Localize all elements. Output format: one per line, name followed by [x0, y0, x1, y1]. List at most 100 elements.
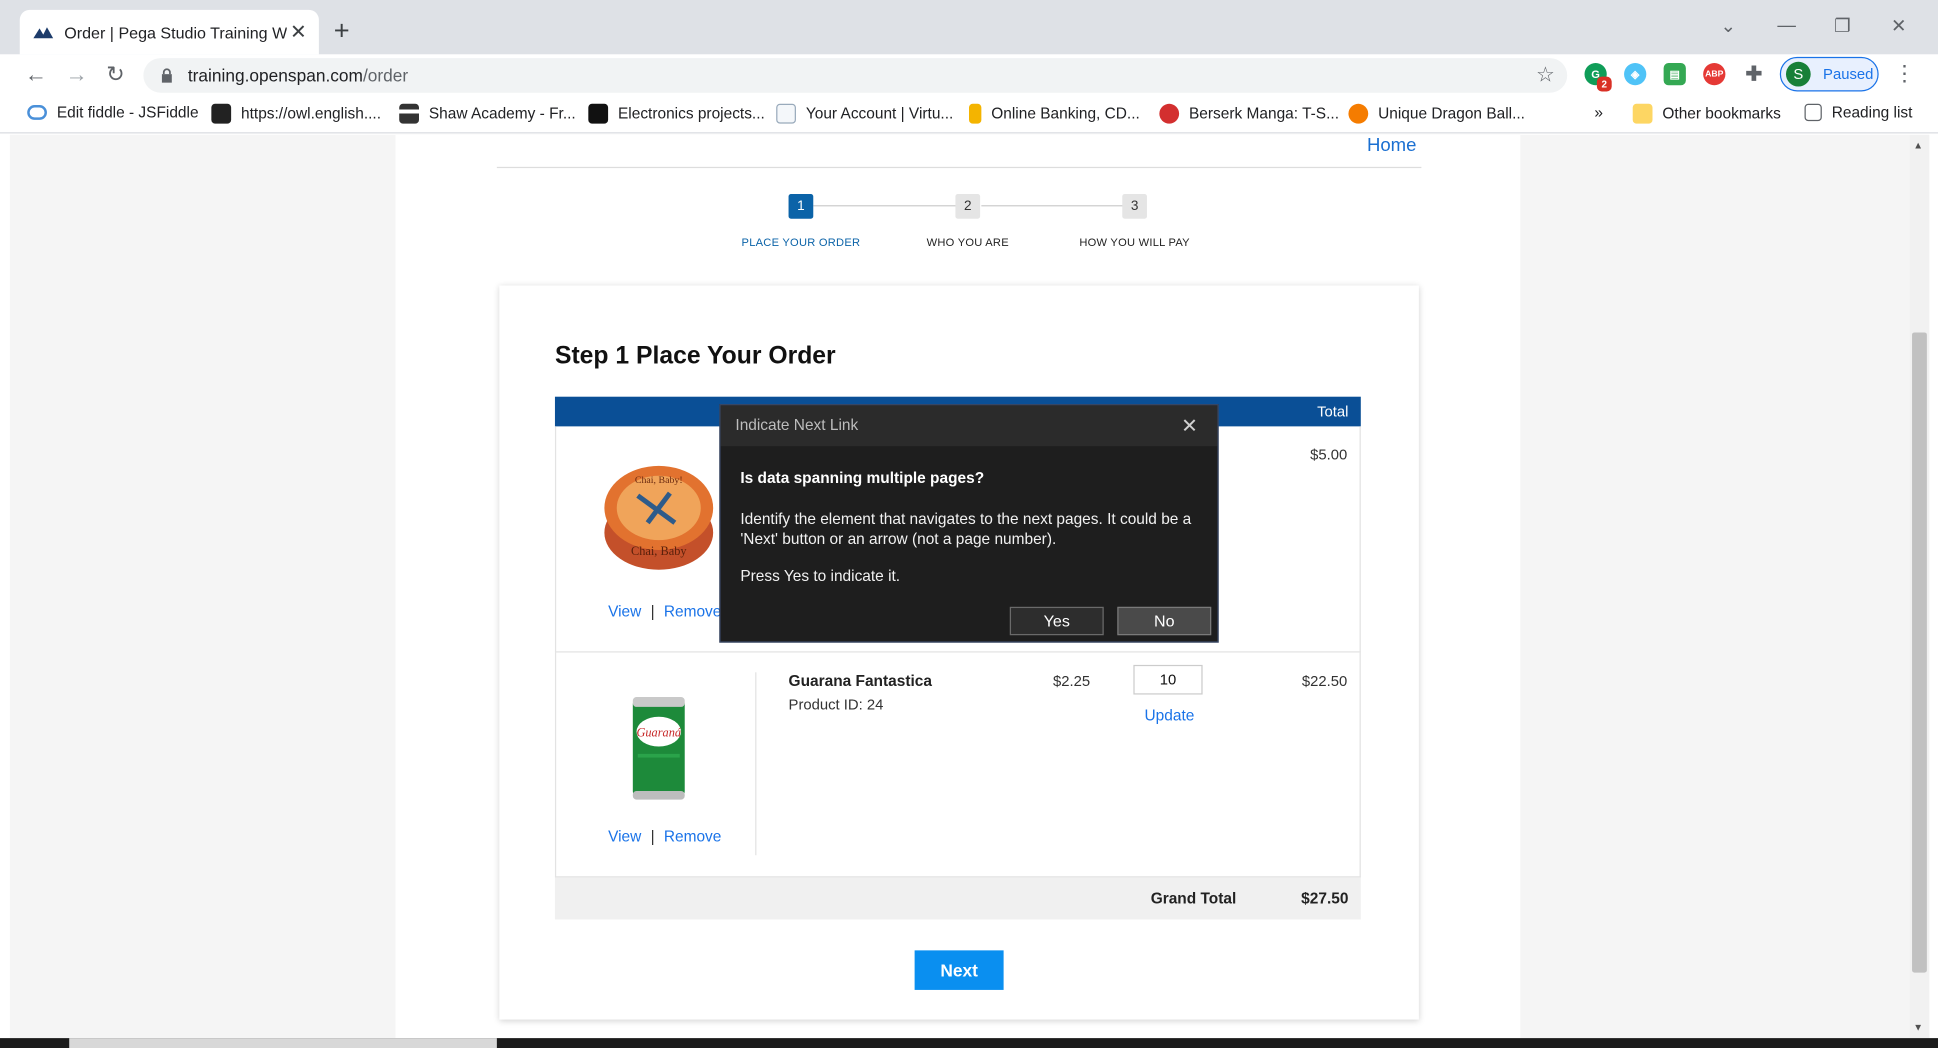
step-connector: [813, 205, 967, 207]
bookmark-item[interactable]: Edit fiddle - JSFiddle: [27, 104, 199, 121]
address-bar[interactable]: training.openspan.com/order ☆: [143, 58, 1568, 93]
tab-close-icon[interactable]: ✕: [290, 20, 307, 45]
step-2-indicator: 2: [955, 194, 981, 219]
remove-link[interactable]: Remove: [664, 603, 722, 620]
bookmark-item[interactable]: Online Banking, CD...: [969, 103, 1140, 124]
item-actions: View | Remove: [608, 828, 722, 846]
bookmark-item[interactable]: Shaw Academy - Fr...: [399, 103, 576, 124]
page-icon: [776, 103, 796, 124]
table-row: Guaraná View | Remove Guarana Fantastica…: [554, 652, 1361, 878]
cloud-icon: [27, 105, 47, 120]
scroll-down-icon[interactable]: ▼: [1913, 1022, 1923, 1033]
browser-tab[interactable]: Order | Pega Studio Training Web ✕: [19, 9, 319, 55]
item-actions: View | Remove: [608, 603, 722, 621]
remove-link[interactable]: Remove: [664, 828, 722, 845]
folder-icon: [1632, 103, 1653, 124]
dialog-question: Is data spanning multiple pages?: [740, 469, 985, 487]
bookmark-item[interactable]: Berserk Manga: T-S...: [1159, 103, 1339, 124]
view-link[interactable]: View: [608, 603, 641, 620]
page-scrollbar[interactable]: ▲ ▼: [1909, 134, 1930, 1039]
new-tab-icon[interactable]: +: [334, 15, 350, 47]
step-1-label: PLACE YOUR ORDER: [741, 236, 861, 249]
step-3-label: HOW YOU WILL PAY: [1079, 236, 1190, 249]
reading-list[interactable]: Reading list: [1804, 103, 1912, 122]
quantity-input[interactable]: 10: [1133, 664, 1203, 695]
product-id: Product ID: 24: [788, 695, 884, 714]
update-link[interactable]: Update: [1145, 707, 1195, 724]
forward-icon[interactable]: →: [66, 62, 88, 88]
bookmarks-overflow-icon[interactable]: »: [1594, 104, 1603, 121]
line-total: $5.00: [1310, 446, 1348, 464]
bookmark-item[interactable]: Your Account | Virtu...: [776, 103, 953, 124]
tab-title: Order | Pega Studio Training Web: [64, 22, 287, 42]
unit-price: $2.25: [1053, 672, 1091, 690]
home-link[interactable]: Home: [1367, 135, 1416, 156]
order-card: Step 1 Place Your Order Total Chai, Baby…: [499, 285, 1419, 1020]
electronics-icon: [588, 103, 609, 124]
bookmarks-bar: Edit fiddle - JSFiddle https://owl.engli…: [0, 96, 1938, 134]
dragonball-icon: [1348, 103, 1369, 124]
yes-button[interactable]: Yes: [1009, 606, 1104, 636]
scrollbar-thumb[interactable]: [1912, 332, 1927, 973]
tab-search-icon[interactable]: ⌄: [1720, 15, 1736, 37]
url-text: training.openspan.com/order: [187, 65, 409, 86]
view-link[interactable]: View: [608, 828, 641, 845]
shaw-icon: [399, 103, 419, 124]
berserk-icon: [1159, 103, 1180, 124]
step-connector: [981, 205, 1133, 207]
tab-strip: Order | Pega Studio Training Web ✕ + ⌄ —…: [0, 0, 1938, 55]
grand-total-value: $27.50: [1301, 889, 1349, 908]
chrome-menu-icon[interactable]: ⋮: [1894, 61, 1916, 87]
chai-baby-tin-image: Chai, Baby! Chai, Baby: [604, 465, 714, 570]
bookmark-item[interactable]: Electronics projects...: [588, 103, 765, 124]
close-icon[interactable]: ✕: [1181, 414, 1198, 439]
taskbar: [0, 1038, 1938, 1048]
profile-status: Paused: [1823, 65, 1874, 83]
dialog-instruction: Press Yes to indicate it.: [740, 567, 901, 585]
no-button[interactable]: No: [1117, 606, 1212, 636]
svg-text:Guaraná: Guaraná: [636, 726, 681, 740]
dialog-message: Identify the element that navigates to t…: [740, 510, 1192, 548]
step-1-indicator: 1: [788, 194, 814, 219]
dialog-title: Indicate Next Link: [735, 416, 859, 434]
total-column-header: Total: [1317, 402, 1349, 421]
dialog-title-bar: Indicate Next Link ✕: [720, 405, 1218, 447]
divider: [496, 166, 1422, 169]
page-title: Step 1 Place Your Order: [554, 342, 836, 370]
restore-icon[interactable]: ❐: [1834, 15, 1851, 37]
adblock-plus-icon[interactable]: ABP: [1703, 63, 1726, 86]
next-button[interactable]: Next: [914, 950, 1004, 990]
extension-badge: 2: [1596, 76, 1612, 92]
minimize-icon[interactable]: —: [1777, 15, 1796, 36]
taskbar-segment: [69, 1038, 497, 1048]
other-bookmarks[interactable]: Other bookmarks: [1632, 103, 1781, 124]
lock-icon: [161, 68, 172, 83]
guarana-can-image: Guaraná: [632, 697, 685, 800]
bookmark-item[interactable]: https://owl.english....: [211, 103, 381, 124]
owl-icon: [211, 103, 232, 124]
svg-text:Chai, Baby!: Chai, Baby!: [635, 475, 683, 486]
bookmark-item[interactable]: Unique Dragon Ball...: [1348, 103, 1525, 124]
browser-toolbar: ← → ↻ training.openspan.com/order ☆ G 2 …: [0, 54, 1938, 97]
svg-text:Chai, Baby: Chai, Baby: [631, 544, 687, 558]
product-image-cell: Guaraná View | Remove: [556, 653, 756, 877]
product-name: Guarana Fantastica: [788, 672, 932, 690]
back-icon[interactable]: ←: [25, 62, 47, 88]
step-2-label: WHO YOU ARE: [926, 236, 1009, 249]
cell-divider: [755, 672, 757, 856]
profile-button[interactable]: S Paused: [1779, 56, 1879, 92]
avatar: S: [1785, 61, 1811, 87]
bookmark-star-icon[interactable]: ☆: [1536, 63, 1555, 88]
step-3-indicator: 3: [1122, 194, 1147, 219]
grand-total-label: Grand Total: [1150, 889, 1237, 908]
extensions-puzzle-icon[interactable]: ✚: [1743, 63, 1765, 85]
line-total: $22.50: [1301, 672, 1348, 690]
grand-total-row: Grand Total $27.50: [554, 877, 1361, 920]
reload-icon[interactable]: ↻: [106, 62, 125, 88]
bank-icon: [969, 103, 982, 124]
extension-icon[interactable]: ◈: [1624, 63, 1647, 86]
scroll-up-icon[interactable]: ▲: [1913, 140, 1923, 151]
extension-icon[interactable]: ▤: [1663, 63, 1686, 86]
close-window-icon[interactable]: ✕: [1891, 15, 1907, 37]
reading-list-icon: [1804, 103, 1822, 122]
